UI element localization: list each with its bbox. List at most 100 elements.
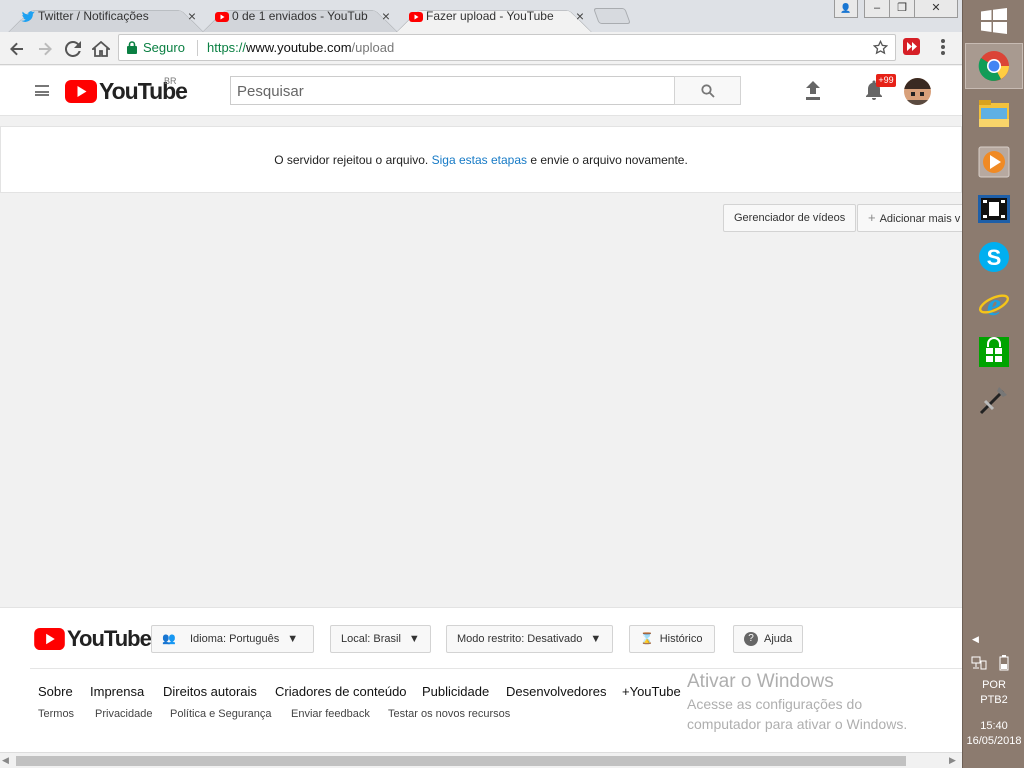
network-icon[interactable] xyxy=(971,656,987,670)
search-input[interactable]: Pesquisar xyxy=(230,76,675,105)
reload-icon xyxy=(64,40,81,57)
hourglass-icon: ⌛ xyxy=(640,633,654,645)
youtube-icon xyxy=(215,12,229,22)
add-more-videos-button[interactable]: + Adicionar mais v xyxy=(857,204,962,232)
close-tab-icon[interactable]: × xyxy=(382,3,390,29)
upload-icon[interactable] xyxy=(805,81,821,100)
forward-button[interactable] xyxy=(34,38,56,60)
profile-icon: 👤 xyxy=(840,3,852,13)
footer-link-test-features[interactable]: Testar os novos recursos xyxy=(388,708,510,720)
help-button[interactable]: ? Ajuda xyxy=(733,625,803,653)
file-explorer-icon[interactable] xyxy=(977,97,1011,131)
horizontal-scrollbar[interactable]: ◀ ▶ xyxy=(0,752,962,768)
close-tab-icon[interactable]: × xyxy=(576,3,584,29)
help-icon: ? xyxy=(744,632,758,647)
people-icon: 👥 xyxy=(162,633,176,645)
hamburger-icon[interactable] xyxy=(35,85,49,96)
footer-link-developers[interactable]: Desenvolvedores xyxy=(506,684,606,699)
search-placeholder: Pesquisar xyxy=(237,83,304,100)
youtube-logo[interactable]: YouTube BR xyxy=(65,76,190,106)
internet-explorer-icon[interactable]: e xyxy=(977,287,1011,321)
svg-text:e: e xyxy=(987,287,1001,321)
avatar[interactable] xyxy=(904,78,931,105)
tab-twitter[interactable]: Twitter / Notificações × xyxy=(8,3,204,32)
search-icon xyxy=(701,84,715,98)
menu-icon[interactable] xyxy=(941,39,945,55)
skype-icon[interactable]: S xyxy=(977,240,1011,274)
star-icon[interactable] xyxy=(873,40,888,55)
error-message-box: O servidor rejeitou o arquivo. Siga esta… xyxy=(0,126,962,193)
notification-badge: +99 xyxy=(876,74,896,87)
tab-label: Twitter / Notificações xyxy=(38,9,149,23)
watermark-title: Ativar o Windows xyxy=(687,671,834,692)
extension-icon[interactable] xyxy=(903,38,920,55)
profile-button[interactable]: 👤 xyxy=(834,0,858,18)
tab-youtube-upload[interactable]: Fazer upload - YouTube × xyxy=(396,3,592,32)
windows-start-icon[interactable] xyxy=(981,8,1007,34)
language-button[interactable]: 👥 Idioma: Português ▼ xyxy=(151,625,314,653)
youtube-icon xyxy=(409,12,423,22)
youtube-page: YouTube BR Pesquisar +99 O servidor reje… xyxy=(0,66,962,756)
input-language[interactable]: POR PTB2 xyxy=(963,678,1024,708)
scrollbar-thumb[interactable] xyxy=(16,756,906,766)
search-button[interactable] xyxy=(674,76,741,105)
footer-link-copyright[interactable]: Direitos autorais xyxy=(163,684,257,699)
video-manager-button[interactable]: Gerenciador de vídeos xyxy=(723,204,857,232)
battery-icon[interactable] xyxy=(997,655,1011,671)
dropdown-arrow-icon: ▼ xyxy=(590,633,602,645)
tab-label: Fazer upload - YouTube xyxy=(426,9,554,23)
youtube-play-icon xyxy=(65,80,97,103)
reload-button[interactable] xyxy=(62,38,84,60)
url-text[interactable]: https://www.youtube.com/upload xyxy=(207,40,394,55)
new-tab-button[interactable] xyxy=(593,8,631,24)
close-tab-icon[interactable]: × xyxy=(188,3,196,29)
error-message-text: O servidor rejeitou o arquivo. xyxy=(274,153,429,167)
twitter-icon xyxy=(21,11,35,22)
footer-link-plus-youtube[interactable]: +YouTube xyxy=(622,684,681,699)
secure-label: Seguro xyxy=(143,40,185,55)
tray-expand-icon[interactable]: ◀ xyxy=(972,634,979,645)
maximize-button[interactable]: ❐ xyxy=(889,0,915,18)
scroll-left-icon[interactable]: ◀ xyxy=(2,755,9,766)
arrow-left-icon xyxy=(10,42,23,56)
region-label: BR xyxy=(164,76,177,86)
home-button[interactable] xyxy=(90,38,112,60)
restricted-mode-button[interactable]: Modo restrito: Desativado ▼ xyxy=(446,625,613,653)
store-icon[interactable] xyxy=(977,335,1011,369)
footer-youtube-logo[interactable]: YouTube xyxy=(34,626,152,652)
footer-divider xyxy=(30,668,962,669)
address-bar[interactable]: Seguro https://www.youtube.com/upload xyxy=(118,34,896,61)
error-message-suffix: e envie o arquivo novamente. xyxy=(530,153,688,167)
footer-link-terms[interactable]: Termos xyxy=(38,708,74,720)
footer-link-advertise[interactable]: Publicidade xyxy=(422,684,489,699)
close-window-button[interactable]: ✕ xyxy=(914,0,958,18)
dropdown-arrow-icon: ▼ xyxy=(408,633,420,645)
back-button[interactable] xyxy=(6,38,28,60)
footer-link-creators[interactable]: Criadores de conteúdo xyxy=(275,684,407,699)
plus-icon: + xyxy=(868,210,876,225)
windows-taskbar: S e ◀ POR PTB2 15:40 16/05/2018 xyxy=(962,0,1024,768)
footer-link-privacy[interactable]: Privacidade xyxy=(95,708,152,720)
footer-link-feedback[interactable]: Enviar feedback xyxy=(291,708,370,720)
clock-date: 16/05/2018 xyxy=(966,735,1022,747)
footer-logo-text: YouTube xyxy=(67,626,152,651)
scroll-right-icon[interactable]: ▶ xyxy=(949,755,956,766)
video-editor-icon[interactable] xyxy=(977,192,1011,226)
tab-youtube-sent[interactable]: 0 de 1 enviados - YouTub × xyxy=(202,3,398,32)
footer-link-policy[interactable]: Política e Segurança xyxy=(170,708,272,720)
minimize-button[interactable]: – xyxy=(864,0,890,18)
clock[interactable]: 15:40 16/05/2018 xyxy=(963,719,1024,749)
watermark-line2: computador para ativar o Windows. xyxy=(687,716,908,732)
location-button[interactable]: Local: Brasil ▼ xyxy=(330,625,431,653)
browser-window: Twitter / Notificações × 0 de 1 enviados… xyxy=(0,0,962,768)
watermark-line1: Acesse as configurações do xyxy=(687,696,863,712)
footer-link-about[interactable]: Sobre xyxy=(38,684,73,699)
error-help-link[interactable]: Siga estas etapas xyxy=(432,153,527,167)
tool-icon[interactable] xyxy=(977,383,1011,417)
media-player-icon[interactable] xyxy=(977,145,1011,179)
youtube-header: YouTube BR Pesquisar +99 xyxy=(0,66,962,116)
url-divider xyxy=(197,40,198,56)
chrome-icon[interactable] xyxy=(977,49,1011,83)
footer-link-press[interactable]: Imprensa xyxy=(90,684,144,699)
history-button[interactable]: ⌛ Histórico xyxy=(629,625,715,653)
